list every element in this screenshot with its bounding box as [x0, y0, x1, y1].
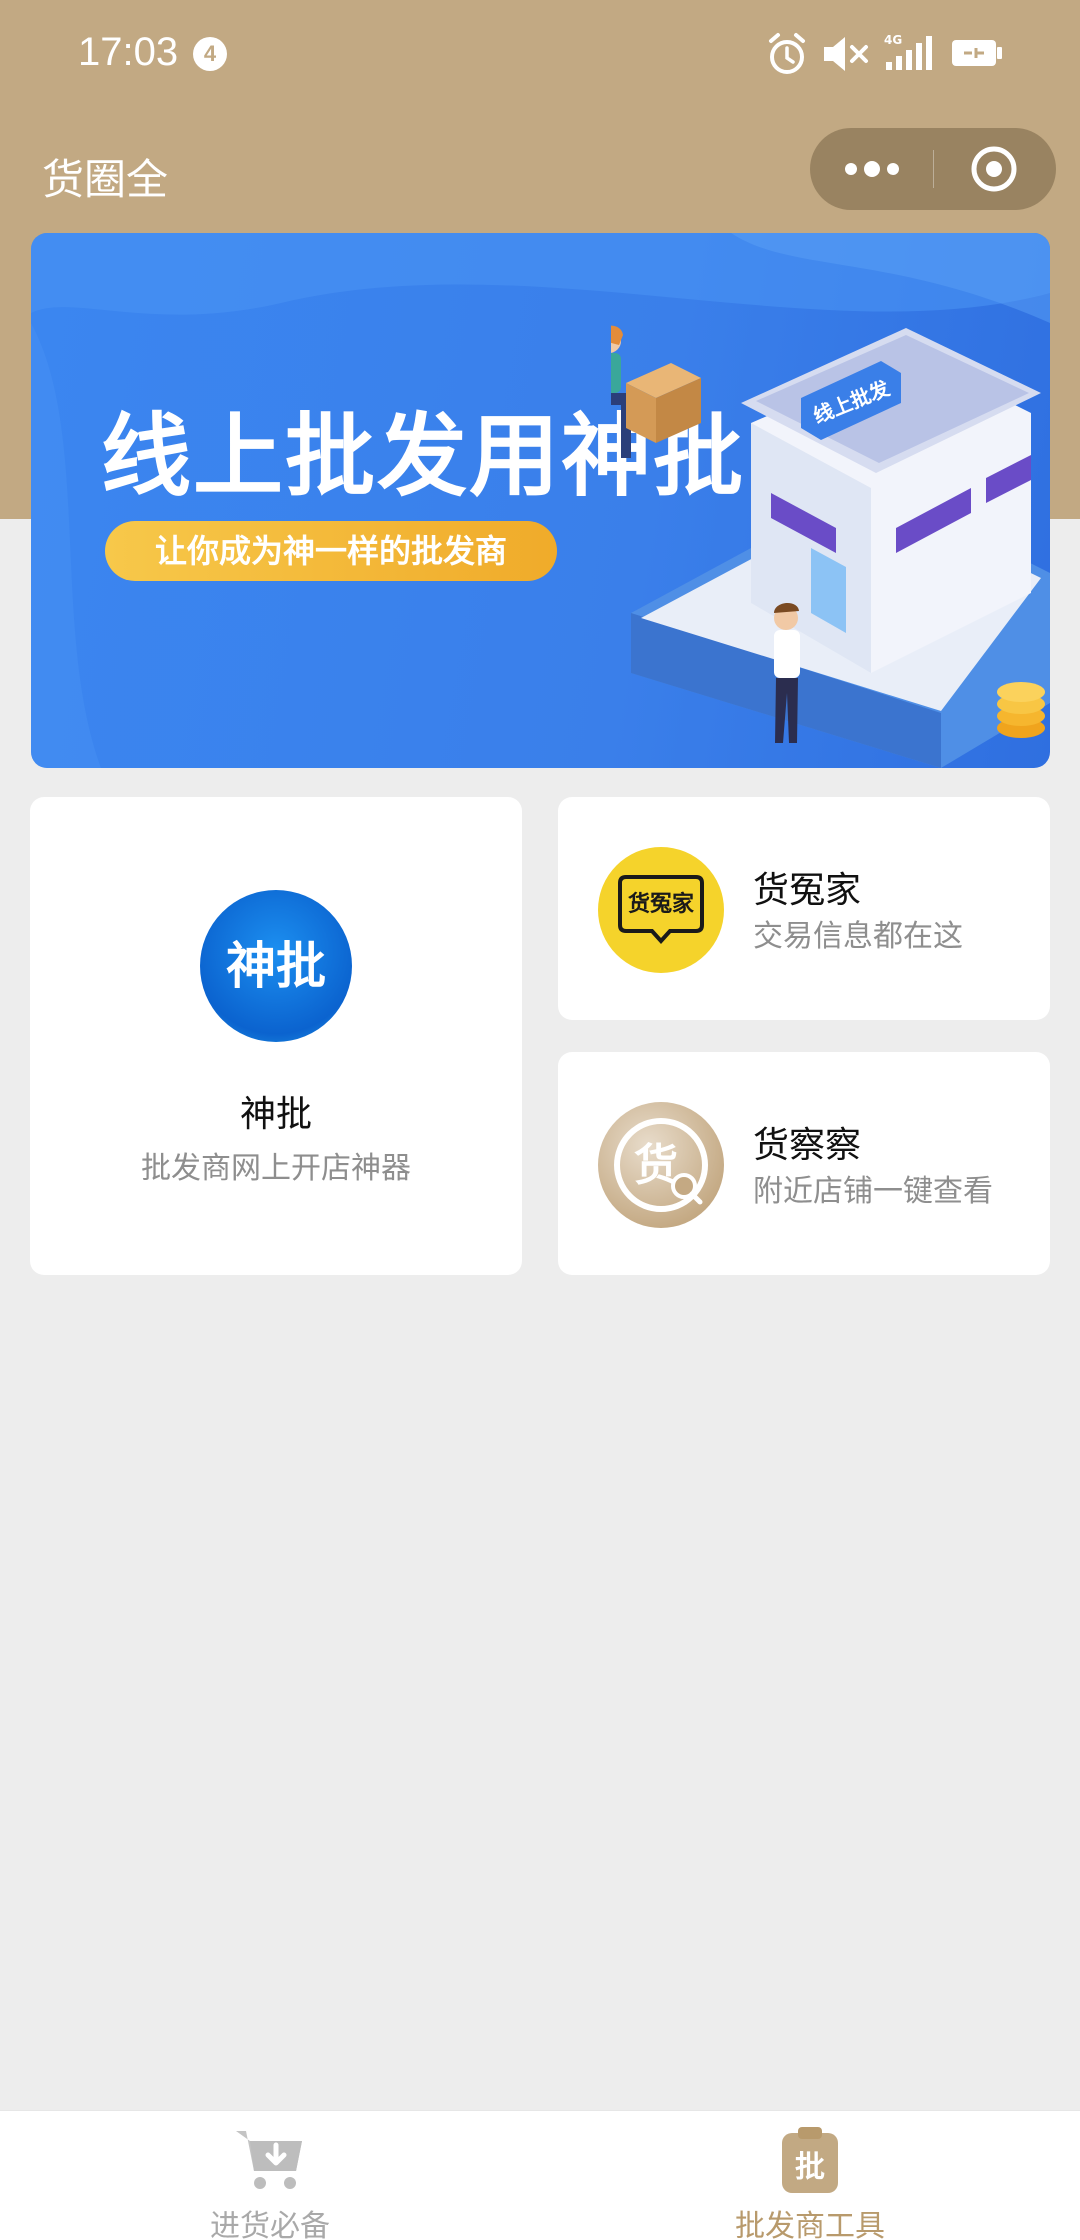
storefront-illustration: 线上批发 [611, 325, 1050, 768]
close-miniprogram-button[interactable] [933, 128, 1056, 210]
huoyuanjia-card[interactable]: 货冤家 货冤家 交易信息都在这 [558, 797, 1050, 1020]
target-close-icon [971, 146, 1017, 192]
huochacha-card[interactable]: 货 货察察 附近店铺一键查看 [558, 1052, 1050, 1275]
status-bar: 17:03 4 4G [0, 0, 1080, 110]
battery-charging-icon [952, 40, 1002, 66]
notification-badge: 4 [193, 37, 227, 71]
shenpi-logo-text: 神批 [226, 937, 326, 995]
huochacha-subtitle: 附近店铺一键查看 [753, 1174, 993, 1209]
shenpi-title: 神批 [239, 1094, 312, 1135]
more-dots-icon [845, 161, 899, 177]
huoyuanjia-logo: 货冤家 [598, 847, 724, 973]
huoyuanjia-title: 货冤家 [753, 870, 862, 911]
page-title: 货圈全 [42, 155, 169, 204]
tab-icon-text: 批 [795, 2150, 825, 2185]
magnifier-icon: 货 [614, 1118, 708, 1212]
mute-icon [824, 37, 868, 71]
banner-tagline-pill: 让你成为神一样的批发商 [105, 521, 557, 581]
tab-stock-essentials[interactable]: 进货必备 [0, 2111, 540, 2240]
huochacha-logo: 货 [598, 1102, 724, 1228]
huoyuanjia-subtitle: 交易信息都在这 [753, 919, 963, 954]
tab-label-stock-essentials: 进货必备 [210, 2209, 330, 2240]
status-time: 17:03 [78, 30, 179, 74]
tab-wholesaler-tools[interactable]: 批 批发商工具 [540, 2111, 1080, 2240]
tab-label-wholesaler-tools: 批发商工具 [735, 2209, 885, 2240]
network-type-label: 4G [884, 33, 902, 47]
promo-banner[interactable]: 线上批发用神批 让你成为神一样的批发商 线上批发 [31, 233, 1050, 768]
more-button[interactable] [810, 128, 933, 210]
miniprogram-capsule [810, 128, 1056, 210]
clipboard-pi-icon: 批 [540, 2125, 1080, 2195]
alarm-icon [769, 33, 805, 74]
shenpi-logo: 神批 [200, 890, 352, 1042]
chat-bubble-icon: 货冤家 [618, 875, 704, 944]
shenpi-subtitle: 批发商网上开店神器 [141, 1151, 411, 1186]
shenpi-card[interactable]: 神批 神批 批发商网上开店神器 [30, 797, 522, 1275]
huochacha-title: 货察察 [753, 1125, 862, 1166]
huoyuanjia-logo-text: 货冤家 [628, 891, 695, 917]
bottom-tab-bar: 进货必备 批 批发商工具 [0, 2110, 1080, 2240]
signal-4g-icon: 4G [884, 33, 932, 70]
cart-download-icon [0, 2125, 540, 2195]
